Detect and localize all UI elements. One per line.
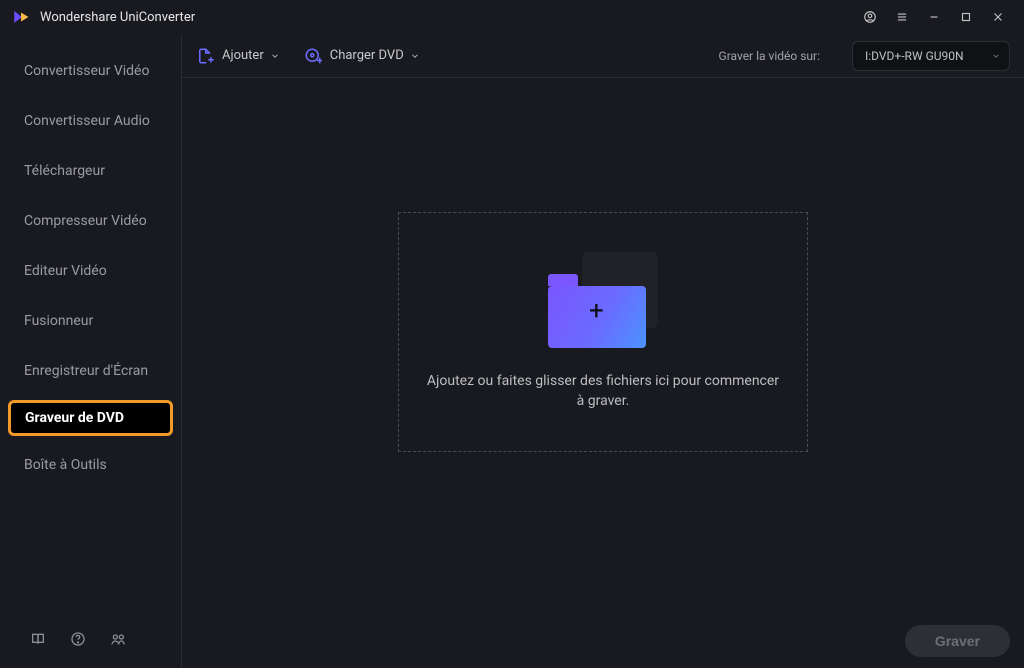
content-area: Ajouter Charger DVD Graver la v bbox=[182, 34, 1024, 668]
sidebar-item-label: Convertisseur Vidéo bbox=[24, 63, 149, 79]
drop-zone[interactable]: + Ajoutez ou faites glisser des fichiers… bbox=[398, 212, 808, 452]
burn-button[interactable]: Graver bbox=[905, 625, 1010, 657]
sidebar-item-downloader[interactable]: Téléchargeur bbox=[0, 146, 181, 196]
account-icon[interactable] bbox=[856, 3, 884, 31]
sidebar-item-dvd-burner[interactable]: Graveur de DVD bbox=[8, 400, 173, 436]
chevron-down-icon bbox=[991, 42, 1001, 70]
sidebar-item-label: Téléchargeur bbox=[24, 163, 105, 179]
sidebar-item-label: Graveur de DVD bbox=[25, 410, 124, 426]
chevron-down-icon bbox=[270, 51, 280, 61]
burn-target-value: I:DVD+-RW GU90N bbox=[865, 49, 964, 63]
sidebar-item-label: Fusionneur bbox=[24, 313, 93, 329]
sidebar-item-video-editor[interactable]: Editeur Vidéo bbox=[0, 246, 181, 296]
titlebar: Wondershare UniConverter bbox=[0, 0, 1024, 34]
sidebar-item-compressor[interactable]: Compresseur Vidéo bbox=[0, 196, 181, 246]
chevron-down-icon bbox=[410, 51, 420, 61]
disc-add-icon bbox=[304, 47, 322, 65]
sidebar-item-screen-recorder[interactable]: Enregistreur d'Écran bbox=[0, 346, 181, 396]
burn-target-select[interactable]: I:DVD+-RW GU90N bbox=[852, 41, 1010, 71]
sidebar-item-label: Editeur Vidéo bbox=[24, 263, 107, 279]
toolbar: Ajouter Charger DVD Graver la v bbox=[182, 34, 1024, 78]
sidebar-item-label: Convertisseur Audio bbox=[24, 113, 150, 129]
sidebar-item-label: Boîte à Outils bbox=[24, 457, 107, 473]
close-button[interactable] bbox=[984, 3, 1012, 31]
help-icon[interactable] bbox=[70, 631, 86, 647]
sidebar-footer bbox=[0, 610, 181, 668]
drop-hint-text: Ajoutez ou faites glisser des fichiers i… bbox=[413, 372, 793, 411]
maximize-button[interactable] bbox=[952, 3, 980, 31]
guide-icon[interactable] bbox=[30, 631, 46, 647]
burn-target-label: Graver la vidéo sur: bbox=[719, 49, 820, 63]
load-dvd-label: Charger DVD bbox=[330, 48, 404, 63]
menu-icon[interactable] bbox=[888, 3, 916, 31]
folder-add-icon: + bbox=[548, 252, 658, 348]
sidebar-item-label: Compresseur Vidéo bbox=[24, 213, 147, 229]
community-icon[interactable] bbox=[110, 631, 126, 647]
add-file-icon bbox=[196, 47, 214, 65]
add-label: Ajouter bbox=[222, 48, 264, 63]
sidebar: Convertisseur Vidéo Convertisseur Audio … bbox=[0, 34, 181, 668]
add-files-button[interactable]: Ajouter bbox=[196, 47, 280, 65]
app-title: Wondershare UniConverter bbox=[40, 10, 195, 25]
sidebar-item-audio-converter[interactable]: Convertisseur Audio bbox=[0, 96, 181, 146]
app-logo bbox=[12, 8, 30, 26]
sidebar-item-video-converter[interactable]: Convertisseur Vidéo bbox=[0, 46, 181, 96]
sidebar-item-toolbox[interactable]: Boîte à Outils bbox=[0, 440, 181, 490]
sidebar-item-merger[interactable]: Fusionneur bbox=[0, 296, 181, 346]
minimize-button[interactable] bbox=[920, 3, 948, 31]
burn-button-label: Graver bbox=[935, 633, 980, 649]
load-dvd-button[interactable]: Charger DVD bbox=[304, 47, 420, 65]
drop-zone-container: + Ajoutez ou faites glisser des fichiers… bbox=[182, 78, 1024, 614]
sidebar-item-label: Enregistreur d'Écran bbox=[24, 363, 148, 379]
bottom-bar: Graver bbox=[182, 614, 1024, 668]
